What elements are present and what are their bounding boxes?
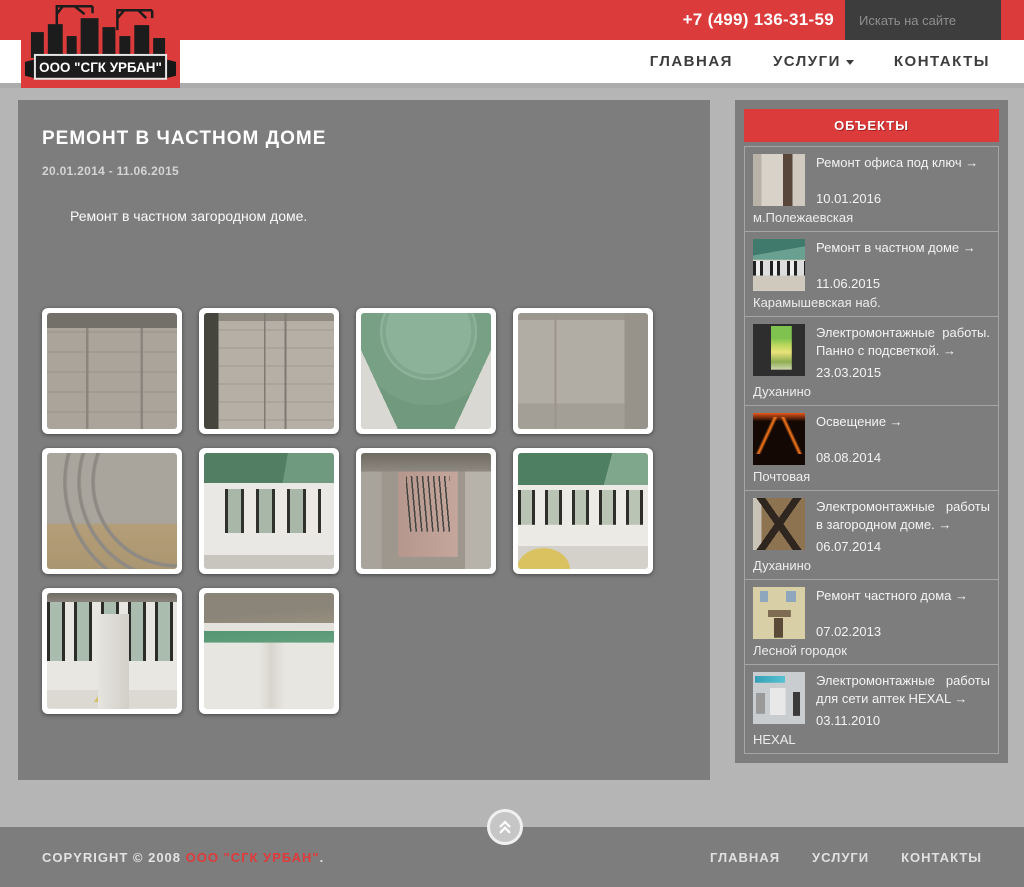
- search-input[interactable]: [845, 0, 1001, 40]
- object-thumbnail: [753, 498, 805, 551]
- chevron-down-icon: [845, 60, 854, 65]
- copyright-text: COPYRIGHT © 2008 ООО "СГК УРБАН".: [42, 850, 324, 865]
- sidebar-object-item[interactable]: Электромонтажные работы. Панно с подсвет…: [744, 316, 999, 407]
- company-logo[interactable]: ООО "СГК УРБАН": [21, 0, 180, 88]
- footer-nav-item[interactable]: УСЛУГИ: [812, 850, 869, 865]
- site-footer: COPYRIGHT © 2008 ООО "СГК УРБАН". ГЛАВНА…: [0, 809, 1024, 887]
- object-date: 10.01.2016: [816, 191, 882, 206]
- sidebar-object-item[interactable]: Освещение → 08.08.2014 Почтовая: [744, 405, 999, 492]
- page-title: РЕМОНТ В ЧАСТНОМ ДОМЕ: [42, 128, 327, 149]
- sidebar-object-item[interactable]: Электромонтажные работы в загородном дом…: [744, 490, 999, 581]
- nav-item-home[interactable]: ГЛАВНАЯ: [650, 53, 733, 70]
- nav-home-label: ГЛАВНАЯ: [649, 53, 733, 70]
- sidebar-object-item[interactable]: Ремонт офиса под ключ → 10.01.2016 м.Полеж…: [744, 146, 999, 232]
- gallery-photo-block-wall-with-conduits[interactable]: [42, 308, 182, 434]
- object-location: Духанино: [753, 384, 812, 400]
- wall-with-hanging-wires-image: [204, 313, 334, 429]
- footer-nav-item[interactable]: ГЛАВНАЯ: [710, 850, 780, 865]
- gallery-photo-shaft-with-hanging-cables[interactable]: [356, 448, 496, 574]
- object-title-link[interactable]: Электромонтажные работы для сети аптек H…: [816, 672, 990, 707]
- nav-item-contacts[interactable]: КОНТАКТЫ: [894, 53, 990, 70]
- block-wall-with-conduits-image: [47, 313, 177, 429]
- room-windows-green-ceiling-image: [204, 453, 334, 569]
- gallery-photo-room-windows-green-ceiling[interactable]: [199, 448, 339, 574]
- footer-nav-item[interactable]: КОНТАКТЫ: [901, 850, 982, 865]
- content-area: РЕМОНТ В ЧАСТНОМ ДОМЕ 20.01.2014 - 11.06…: [0, 88, 1024, 827]
- object-thumbnail: [753, 413, 805, 466]
- copyright-brand-link[interactable]: ООО "СГК УРБАН": [186, 850, 320, 865]
- object-thumbnail: [753, 587, 805, 640]
- logo-text: ООО "СГК УРБАН": [39, 60, 162, 75]
- conduit-bundle-near-floor-image: [47, 453, 177, 569]
- bay-window-room-image: [518, 453, 648, 569]
- sidebar-object-item[interactable]: Ремонт частного дома → 07.02.2013 Лесной г…: [744, 579, 999, 666]
- objects-sidebar: ОБЪЕКТЫ Ремонт офиса под ключ → 10.01.201…: [735, 100, 1008, 764]
- object-date: 03.11.2010: [816, 713, 881, 729]
- object-location: м.Полежаевская: [753, 210, 854, 225]
- object-date: 11.06.2015: [816, 276, 881, 291]
- green-ceiling-circle-image: [361, 313, 491, 429]
- sidebar-items: Ремонт офиса под ключ → 10.01.2016 м.Полеж…: [744, 146, 999, 755]
- plastered-room-with-conduits-image: [518, 313, 648, 429]
- copyright-suffix: .: [319, 849, 325, 865]
- project-article: РЕМОНТ В ЧАСТНОМ ДОМЕ 20.01.2014 - 11.06…: [18, 100, 710, 780]
- sidebar-object-item[interactable]: Электромонтажные работы для сети аптек H…: [744, 664, 999, 755]
- gallery-grid: [42, 308, 686, 714]
- gallery-photo-conduit-bundle-near-floor[interactable]: [42, 448, 182, 574]
- object-date: 06.07.2014: [816, 539, 882, 555]
- object-thumbnail: [753, 239, 805, 291]
- project-description: Ремонт в частном загородном доме.: [70, 208, 308, 224]
- construction-skyline-icon: ООО "СГК УРБАН": [24, 4, 177, 80]
- object-thumbnail: [753, 672, 805, 725]
- gallery-photo-green-drywall-band-on-wall[interactable]: [199, 588, 339, 714]
- footer-nav: ГЛАВНАЯ УСЛУГИ КОНТАКТЫ: [710, 850, 982, 865]
- gallery-photo-green-ceiling-circle[interactable]: [356, 308, 496, 434]
- object-date: 07.02.2013: [816, 624, 882, 640]
- double-chevron-up-icon: [499, 820, 511, 834]
- object-thumbnail: [753, 324, 805, 376]
- nav-contacts-label: КОНТАКТЫ: [893, 53, 990, 70]
- object-date: 08.08.2014: [816, 450, 882, 466]
- object-location: Карамышевская наб.: [753, 295, 881, 310]
- object-title-link[interactable]: Электромонтажные работы в загородном дом…: [816, 498, 990, 533]
- windows-and-white-column-image: [47, 593, 177, 709]
- gallery-photo-windows-and-white-column[interactable]: [42, 588, 182, 714]
- site-header: +7 (499) 136-31-59 ГЛАВНАЯ УСЛУГИ КОНТАК…: [0, 0, 1024, 88]
- copyright-prefix: COPYRIGHT © 2008: [42, 849, 186, 865]
- green-drywall-band-on-wall-image: [204, 593, 334, 709]
- object-title-link[interactable]: Ремонт частного дома →: [816, 587, 990, 605]
- scroll-to-top-button[interactable]: [487, 809, 523, 845]
- object-date: 23.03.2015: [816, 365, 882, 381]
- object-title-link[interactable]: Ремонт в частном доме →: [816, 239, 990, 257]
- object-thumbnail: [753, 154, 805, 206]
- object-location: Духанино: [753, 558, 812, 574]
- object-title-link[interactable]: Электромонтажные работы. Панно с подсвет…: [816, 324, 990, 359]
- gallery-photo-bay-window-room[interactable]: [513, 448, 653, 574]
- nav-services-label: УСЛУГИ: [772, 53, 841, 70]
- nav-item-services[interactable]: УСЛУГИ: [773, 53, 854, 70]
- sidebar-object-item[interactable]: Ремонт в частном доме → 11.06.2015 Карамыш…: [744, 231, 999, 317]
- project-date-range: 20.01.2014 - 11.06.2015: [42, 164, 180, 178]
- object-title-link[interactable]: Ремонт офиса под ключ →: [816, 154, 990, 172]
- object-location: Лесной городок: [753, 643, 847, 659]
- phone-number: +7 (499) 136-31-59: [682, 10, 834, 29]
- object-title-link[interactable]: Освещение →: [816, 413, 990, 431]
- gallery-photo-plastered-room-with-conduits[interactable]: [513, 308, 653, 434]
- sidebar-title: ОБЪЕКТЫ: [744, 109, 999, 142]
- object-location: HEXAL: [753, 732, 796, 748]
- gallery-photo-wall-with-hanging-wires[interactable]: [199, 308, 339, 434]
- object-location: Почтовая: [753, 469, 811, 485]
- shaft-with-hanging-cables-image: [361, 453, 491, 569]
